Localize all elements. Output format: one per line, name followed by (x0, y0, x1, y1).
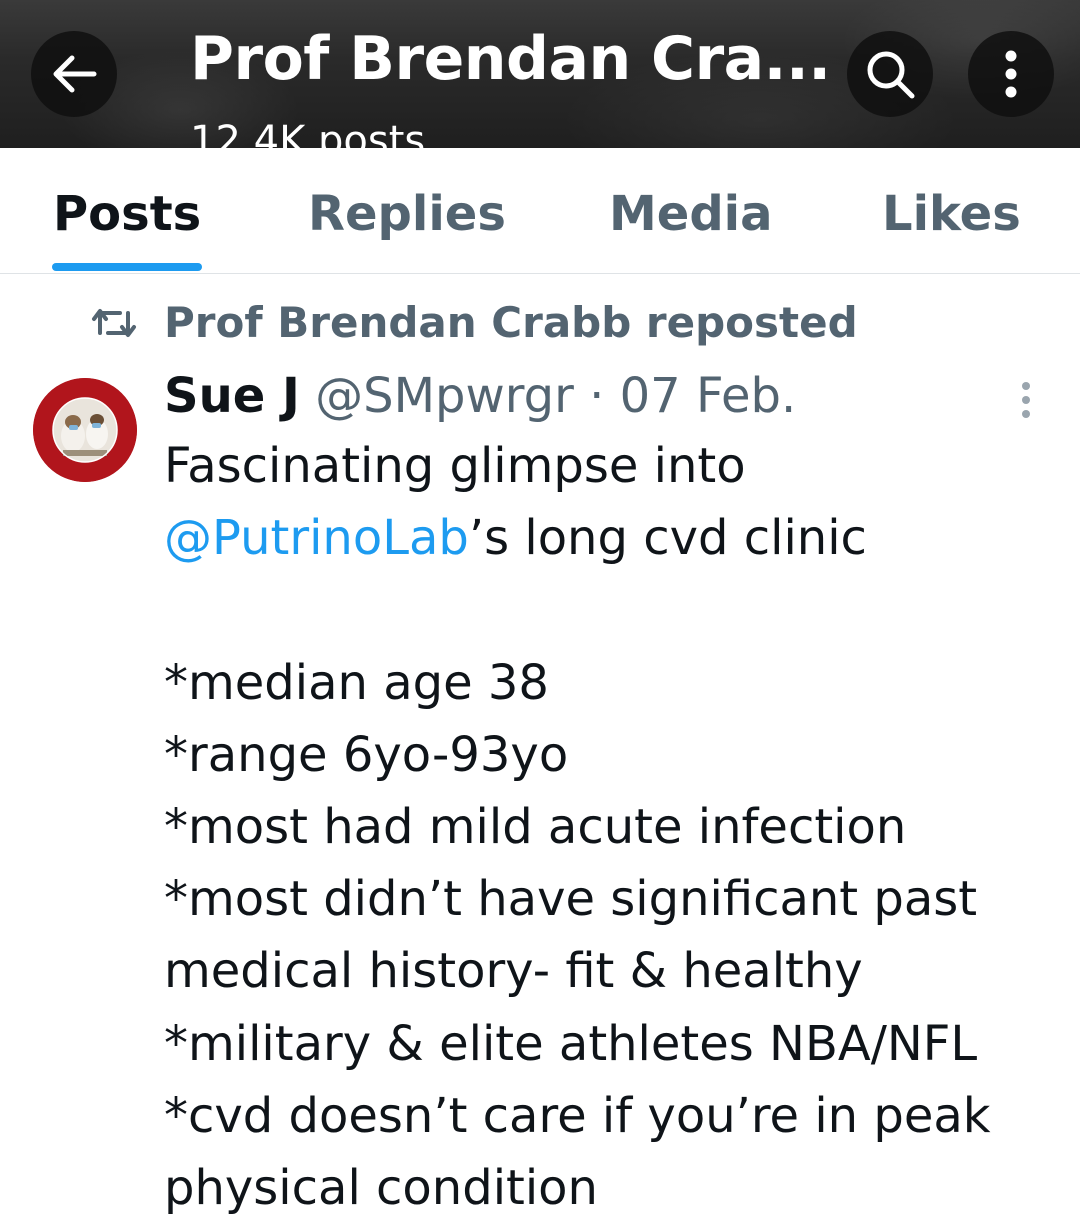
profile-title: Prof Brendan Cra... (190, 24, 831, 94)
meta-separator: · (573, 368, 620, 424)
tab-media[interactable]: Media (609, 186, 773, 242)
bullet-item: *range 6yo-93yo (164, 726, 569, 783)
tab-posts[interactable]: Posts (53, 186, 201, 242)
body-line-mention: @PutrinoLab’s long cvd clinic (164, 502, 1064, 574)
post-more-icon[interactable] (1014, 380, 1038, 420)
body-text: ’s long cvd clinic (468, 510, 867, 567)
post-text: Fascinating glimpse into @PutrinoLab’s lo… (164, 430, 1064, 1224)
repost-context[interactable]: Prof Brendan Crabb reposted (90, 298, 858, 347)
repost-icon (92, 308, 136, 337)
avatar-image (33, 378, 137, 482)
search-button[interactable] (847, 31, 933, 117)
search-icon (867, 51, 915, 99)
bullet-item: *most had mild acute infection (164, 799, 907, 855)
tab-likes[interactable]: Likes (882, 186, 1021, 242)
post-count: 12.4K posts (190, 118, 426, 148)
bullet-item: *median age 38 (164, 654, 549, 711)
mention-link[interactable]: @PutrinoLab (164, 510, 469, 566)
more-options-button[interactable] (968, 31, 1054, 117)
more-vertical-icon (1005, 50, 1017, 98)
tab-replies[interactable]: Replies (308, 186, 506, 242)
bullet-item: *cvd doesn’t care if you’re in peak phys… (164, 1087, 1006, 1217)
arrow-left-icon (53, 55, 97, 93)
post-date[interactable]: 07 Feb. (620, 368, 797, 424)
avatar[interactable] (33, 378, 137, 482)
profile-tabs: Posts Replies Media Likes (0, 148, 1080, 274)
author-name[interactable]: Sue J (164, 368, 300, 424)
bullet-item: *most didn’t have significant past medic… (164, 871, 993, 1000)
repost-label: Prof Brendan Crabb reposted (164, 298, 858, 347)
body-line: Fascinating glimpse into (164, 438, 746, 494)
bullet-item: *military & elite athletes NBA/NFL (164, 1015, 978, 1072)
author-handle[interactable]: @SMpwrgr (315, 368, 574, 424)
active-tab-indicator (52, 263, 202, 271)
post-header: Sue J @SMpwrgr · 07 Feb. (164, 368, 796, 424)
profile-header: Prof Brendan Cra... 12.4K posts (0, 0, 1080, 148)
back-button[interactable] (31, 31, 117, 117)
